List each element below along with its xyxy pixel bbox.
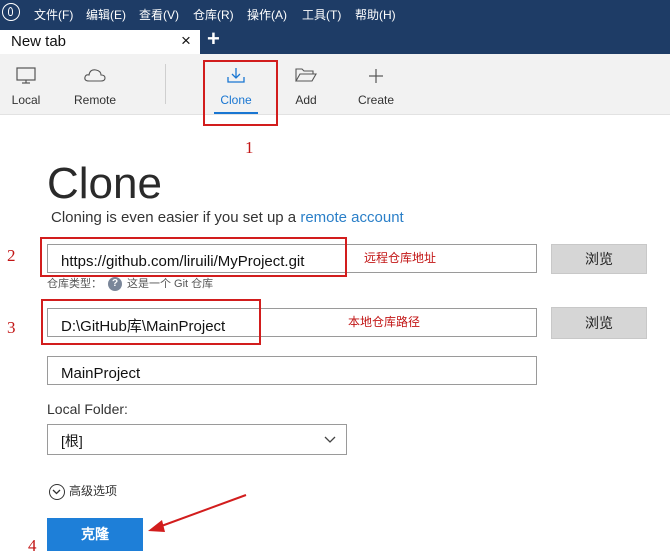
new-tab-plus-icon[interactable]: +: [207, 27, 220, 51]
annotation-box-destination: [41, 299, 261, 345]
local-folder-select[interactable]: [根]: [47, 424, 347, 455]
monitor-icon: [16, 67, 36, 84]
subtitle-text: Cloning is even easier if you set up a: [51, 209, 297, 226]
menu-file[interactable]: 文件(F): [34, 6, 73, 23]
menu-bar: 文件(F) 编辑(E) 查看(V) 仓库(R) 操作(A) 工具(T) 帮助(H…: [0, 0, 670, 28]
toolbar-separator: [165, 64, 166, 104]
toolbar-add-label: Add: [295, 93, 317, 107]
local-folder-label: Local Folder:: [47, 401, 128, 417]
annotation-number-2: 2: [7, 246, 16, 265]
annotation-number-3: 3: [7, 318, 16, 337]
toolbar-remote-button[interactable]: Remote: [66, 54, 124, 114]
toolbar-local-button[interactable]: Local: [2, 54, 50, 114]
browse-source-button[interactable]: 浏览: [551, 244, 647, 274]
repo-name-input[interactable]: [47, 356, 537, 385]
browse-destination-button[interactable]: 浏览: [551, 307, 647, 339]
menu-repository[interactable]: 仓库(R): [193, 6, 234, 23]
toolbar-remote-label: Remote: [73, 93, 117, 107]
repo-type-label: 仓库类型：: [47, 278, 102, 290]
toolbar-create-label: Create: [357, 93, 395, 107]
toolbar-local-label: Local: [11, 93, 41, 107]
annotation-box-clone: [203, 60, 278, 126]
tab-title: New tab: [11, 33, 67, 50]
annotation-remote-address: 远程仓库地址: [364, 251, 437, 265]
page-title: Clone: [47, 159, 162, 208]
menu-actions[interactable]: 操作(A): [247, 6, 287, 23]
local-folder-value: [根]: [61, 433, 83, 449]
tab-new[interactable]: New tab ×: [0, 30, 200, 54]
app-logo-icon[interactable]: [2, 3, 20, 21]
folder-open-icon: [295, 68, 317, 82]
toolbar: Local Remote Clone Add Create: [0, 54, 670, 115]
repo-type-row: 仓库类型：? 这是一个 Git 仓库: [47, 275, 214, 292]
annotation-box-source: [40, 237, 347, 277]
chevron-down-icon: [324, 436, 336, 443]
menu-help[interactable]: 帮助(H): [355, 6, 396, 23]
toolbar-add-button[interactable]: Add: [284, 54, 328, 114]
annotation-arrow-icon: [148, 494, 247, 532]
plus-icon: [369, 69, 383, 83]
menu-edit[interactable]: 编辑(E): [86, 6, 126, 23]
clone-button[interactable]: 克隆: [47, 518, 143, 551]
expand-circle-icon: [49, 483, 65, 500]
tab-close-icon[interactable]: ×: [181, 32, 191, 50]
toolbar-create-button[interactable]: Create: [350, 54, 402, 114]
help-icon[interactable]: ?: [108, 277, 122, 292]
advanced-options-label: 高级选项: [69, 484, 118, 498]
repo-type-value: 这是一个 Git 仓库: [127, 278, 214, 290]
cloud-icon: [84, 69, 106, 82]
tab-bar: New tab × +: [0, 27, 670, 54]
annotation-number-1: 1: [245, 138, 254, 157]
subtitle: Cloning is even easier if you set up a r…: [51, 209, 404, 226]
annotation-local-path: 本地仓库路径: [348, 315, 421, 329]
remote-account-link[interactable]: remote account: [300, 209, 403, 226]
menu-view[interactable]: 查看(V): [139, 6, 179, 23]
menu-tools[interactable]: 工具(T): [302, 6, 341, 23]
advanced-options-toggle[interactable]: 高级选项: [49, 482, 117, 500]
annotation-number-4: 4: [28, 536, 37, 555]
